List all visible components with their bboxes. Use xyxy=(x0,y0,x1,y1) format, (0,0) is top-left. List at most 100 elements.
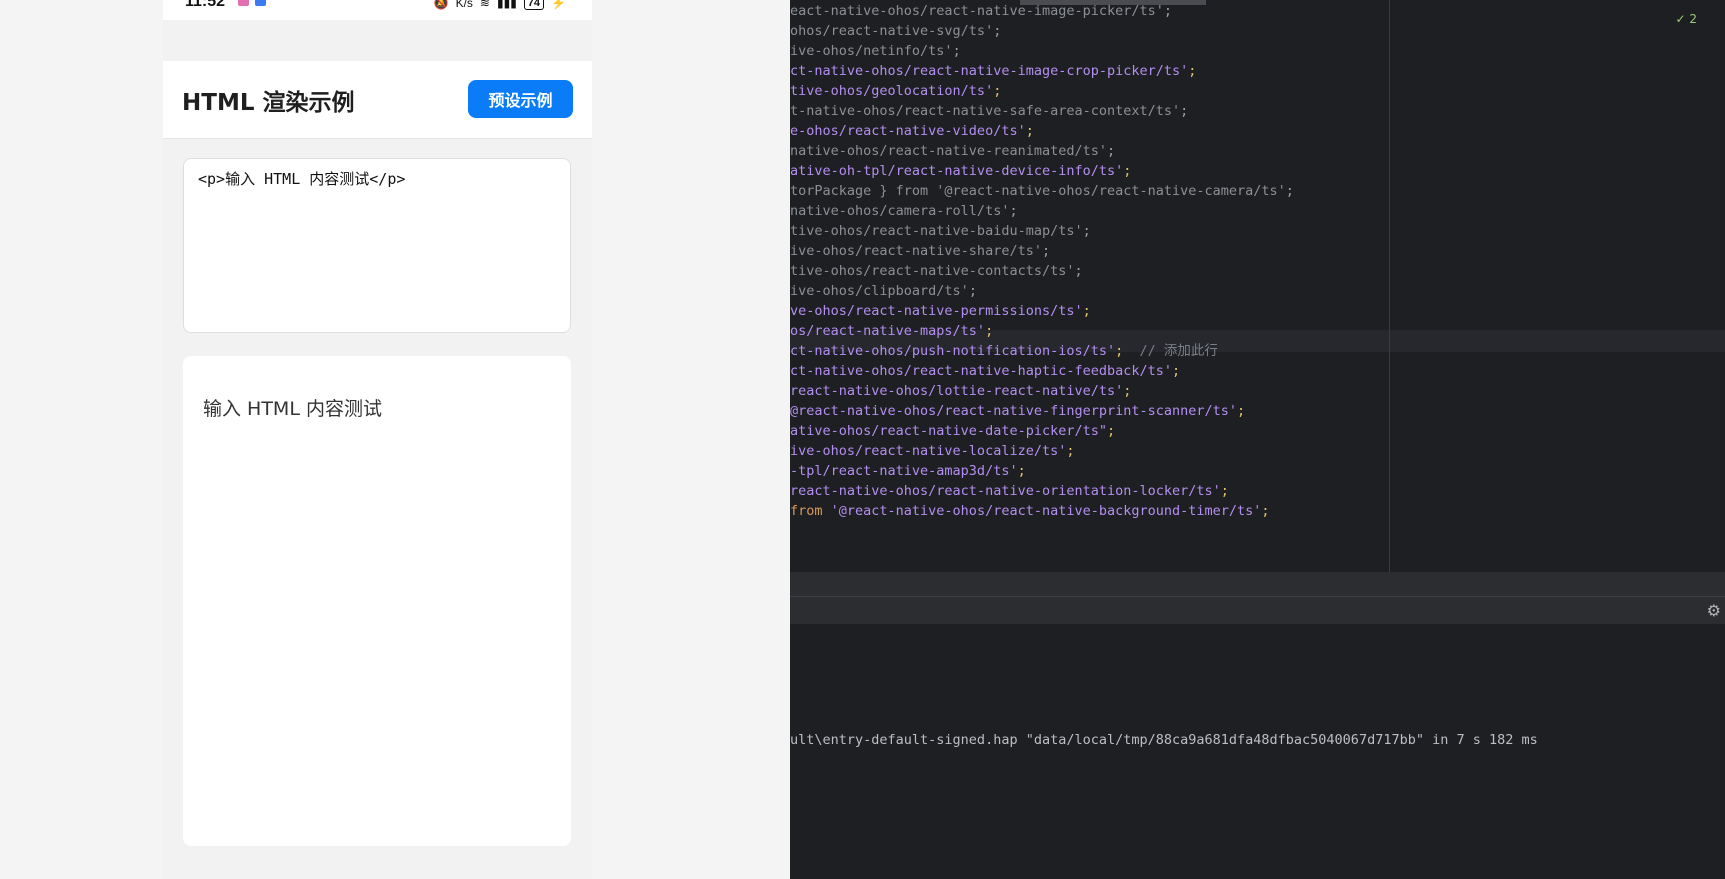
run-output-console[interactable]: ult\entry-default-signed.hap "data/local… xyxy=(790,624,1725,879)
code-string: tive-ohos/react-native-contacts/ts' xyxy=(790,263,1075,279)
code-semicolon: ; xyxy=(952,43,961,59)
code-line: os/react-native-maps/ts'; xyxy=(790,320,993,342)
code-line: ative-oh-tpl/react-native-device-info/ts… xyxy=(790,160,1131,182)
code-line: @react-native-ohos/react-native-fingerpr… xyxy=(790,400,1245,422)
code-line: ct-native-ohos/react-native-image-crop-p… xyxy=(790,60,1196,82)
code-string: ct-native-ohos/react-native-haptic-feedb… xyxy=(790,363,1173,379)
wifi-icon: ≋ xyxy=(479,0,490,10)
code-string: react-native-ohos/lottie-react-native/ts… xyxy=(790,383,1124,399)
run-tool-window-header: ⚙ xyxy=(790,596,1725,625)
code-semicolon: ; xyxy=(1074,263,1083,279)
rendered-paragraph: 输入 HTML 内容测试 xyxy=(203,398,382,420)
code-string: torPackage } from '@react-native-ohos/re… xyxy=(790,183,1286,199)
status-right-group: 🔕 K/s ≋ ▮▮▮ 74 ⚡ xyxy=(434,0,566,10)
code-semicolon: ; xyxy=(1041,243,1051,259)
code-string: os/react-native-maps/ts' xyxy=(790,323,986,339)
code-semicolon: ; xyxy=(1180,103,1189,119)
code-semicolon: ; xyxy=(1163,3,1173,19)
mute-icon: 🔕 xyxy=(433,0,449,10)
code-string: ive-ohos/react-native-share/ts' xyxy=(790,243,1042,259)
right-margin-guide xyxy=(1389,0,1390,572)
code-string: e-ohos/react-native-video/ts' xyxy=(790,123,1026,139)
code-line: ive-ohos/clipboard/ts'; xyxy=(790,280,977,302)
code-semicolon: ; xyxy=(1082,223,1091,239)
code-line: ive-ohos/react-native-share/ts'; xyxy=(790,240,1050,262)
app-header: HTML 渲染示例 预设示例 xyxy=(163,61,592,139)
code-string: tive-ohos/react-native-baidu-map/ts' xyxy=(790,223,1083,239)
html-render-preview: 输入 HTML 内容测试 xyxy=(183,356,571,846)
code-semicolon: ; xyxy=(968,283,977,299)
code-string: @react-native-ohos/react-native-fingerpr… xyxy=(790,403,1238,419)
preset-example-button[interactable]: 预设示例 xyxy=(468,80,573,118)
code-semicolon: ; xyxy=(1220,483,1229,499)
code-semicolon: ; xyxy=(1017,463,1026,479)
code-string: ive-ohos/netinfo/ts' xyxy=(790,43,953,59)
code-line: e-ohos/react-native-video/ts'; xyxy=(790,120,1034,142)
code-string: ohos/react-native-svg/ts' xyxy=(790,23,994,39)
code-semicolon: ; xyxy=(1123,163,1132,179)
charging-icon: ⚡ xyxy=(551,0,566,10)
code-semicolon: ; xyxy=(1172,363,1181,379)
code-line: native-ohos/camera-roll/ts'; xyxy=(790,200,1018,222)
code-string: eact-native-ohos/react-native-image-pick… xyxy=(790,3,1164,19)
code-line: ct-native-ohos/react-native-haptic-feedb… xyxy=(790,360,1180,382)
code-string: ct-native-ohos/push-notification-ios/ts' xyxy=(790,343,1116,359)
code-line: ct-native-ohos/push-notification-ios/ts'… xyxy=(790,340,1218,362)
code-line: from '@react-native-ohos/react-native-ba… xyxy=(790,500,1270,522)
code-line: t-native-ohos/react-native-safe-area-con… xyxy=(790,100,1188,122)
code-line: ive-ohos/react-native-localize/ts'; xyxy=(790,440,1074,462)
code-line: eact-native-ohos/react-native-image-pick… xyxy=(790,0,1172,22)
inspection-count: 2 xyxy=(1689,12,1697,26)
ide-window: ✓ 2 eact-native-ohos/react-native-image-… xyxy=(790,0,1725,879)
app-notification-icon xyxy=(238,0,249,6)
code-line: tive-ohos/geolocation/ts'; xyxy=(790,80,1001,102)
status-time: 11:52 xyxy=(185,0,226,10)
code-semicolon: ; xyxy=(1082,303,1091,319)
code-semicolon: ; xyxy=(993,23,1002,39)
inspection-badge[interactable]: ✓ 2 xyxy=(1675,12,1697,26)
panel-splitter[interactable] xyxy=(790,572,1725,596)
code-line: native-ohos/react-native-reanimated/ts'; xyxy=(790,140,1115,162)
code-semicolon: ; xyxy=(1106,143,1116,159)
code-string: '@react-native-ohos/react-native-backgro… xyxy=(830,503,1262,519)
code-semicolon: ; xyxy=(1237,403,1246,419)
code-string: tive-ohos/geolocation/ts' xyxy=(790,83,994,99)
message-notification-icon xyxy=(255,0,266,6)
code-line: react-native-ohos/react-native-orientati… xyxy=(790,480,1229,502)
code-semicolon: ; xyxy=(1123,383,1132,399)
code-string: native-ohos/camera-roll/ts' xyxy=(790,203,1010,219)
console-log-line: ult\entry-default-signed.hap "data/local… xyxy=(790,732,1538,748)
code-string: ive-ohos/react-native-localize/ts' xyxy=(790,443,1067,459)
code-string: ct-native-ohos/react-native-image-crop-p… xyxy=(790,63,1189,79)
code-string: ative-oh-tpl/react-native-device-info/ts… xyxy=(790,163,1124,179)
gear-icon[interactable]: ⚙ xyxy=(1707,601,1721,620)
code-line: react-native-ohos/lottie-react-native/ts… xyxy=(790,380,1131,402)
code-string: react-native-ohos/react-native-orientati… xyxy=(790,483,1221,499)
code-line: ve-ohos/react-native-permissions/ts'; xyxy=(790,300,1091,322)
code-semicolon: ; xyxy=(1066,443,1075,459)
code-semicolon: ; xyxy=(1188,63,1197,79)
code-semicolon: ; xyxy=(1261,503,1270,519)
page-title: HTML 渲染示例 xyxy=(182,90,355,116)
code-line: -tpl/react-native-amap3d/ts'; xyxy=(790,460,1026,482)
code-editor[interactable]: ✓ 2 eact-native-ohos/react-native-image-… xyxy=(790,0,1725,572)
signal-icon: ▮▮▮ xyxy=(496,0,517,10)
code-line: ative-ohos/react-native-date-picker/ts"; xyxy=(790,420,1115,442)
code-line: ive-ohos/netinfo/ts'; xyxy=(790,40,961,62)
battery-level: 74 xyxy=(523,0,545,10)
network-speed: K/s xyxy=(455,0,473,10)
html-input-field[interactable]: <p>输入 HTML 内容测试</p> xyxy=(183,158,571,333)
code-string: ative-ohos/react-native-date-picker/ts" xyxy=(790,423,1107,439)
code-string: ve-ohos/react-native-permissions/ts' xyxy=(790,303,1083,319)
code-semicolon: ; xyxy=(1106,423,1116,439)
status-bar: 11:52 🔕 K/s ≋ ▮▮▮ 74 ⚡ xyxy=(163,0,592,20)
code-line: torPackage } from '@react-native-ohos/re… xyxy=(790,180,1294,202)
code-line: tive-ohos/react-native-contacts/ts'; xyxy=(790,260,1083,282)
code-line: ohos/react-native-svg/ts'; xyxy=(790,20,1001,42)
code-semicolon: ; xyxy=(1285,183,1294,199)
code-comment: // 添加此行 xyxy=(1123,343,1218,359)
phone-screen: 11:52 🔕 K/s ≋ ▮▮▮ 74 ⚡ HTML 渲染示例 预设示例 <p… xyxy=(163,0,592,879)
code-line: tive-ohos/react-native-baidu-map/ts'; xyxy=(790,220,1091,242)
code-semicolon: ; xyxy=(1025,123,1034,139)
code-semicolon: ; xyxy=(993,83,1002,99)
